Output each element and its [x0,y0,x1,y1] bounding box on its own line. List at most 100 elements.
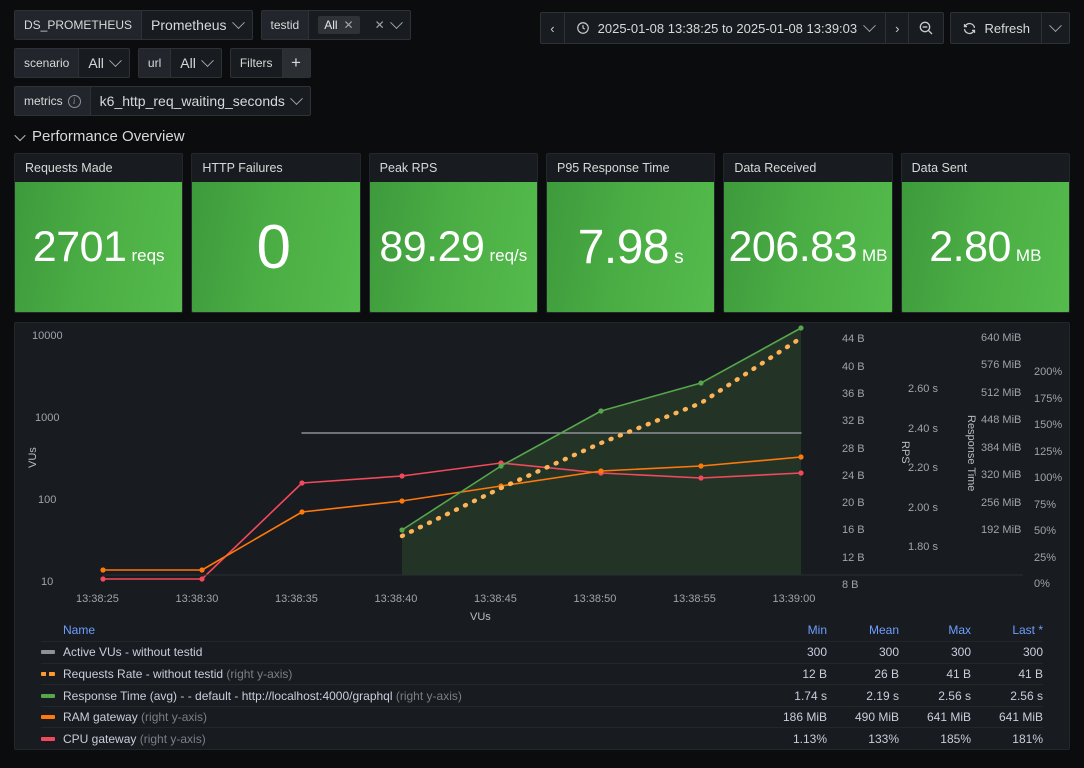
legend-min: 1.13% [792,731,827,746]
y-axis-tick-bytes: 24 B [842,469,865,482]
legend-max: 185% [940,731,971,746]
legend-mean: 2.19 s [866,688,899,703]
legend-series-name[interactable]: CPU gateway (right y-axis) [63,732,755,746]
legend-table: Name Min Mean Max Last * Active VUs - wi… [15,619,1069,749]
datasource-variable-value[interactable]: Prometheus [142,11,251,39]
stat-number: 2701 [32,222,127,271]
time-range-picker[interactable]: 2025-01-08 13:38:25 to 2025-01-08 13:39:… [565,13,887,43]
legend-last: 641 MiB [998,710,1043,725]
legend-series-name[interactable]: RAM gateway (right y-axis) [63,710,755,724]
legend-series-name[interactable]: Response Time (avg) - - default - http:/… [63,689,755,703]
legend-column-last[interactable]: Last * [971,623,1043,637]
scenario-variable-label: scenario [15,49,80,77]
panel-title: P95 Response Time [556,161,670,175]
clock-icon [576,22,589,34]
add-filter-button[interactable]: + [281,49,310,77]
scenario-variable-value[interactable]: All [79,49,129,77]
series-point [798,325,804,331]
legend-row[interactable]: Response Time (avg) - - default - http:/… [41,684,1043,706]
refresh-button[interactable]: Refresh [951,13,1042,43]
legend-color-swatch[interactable] [41,671,55,676]
metrics-variable[interactable]: metrics i k6_http_req_waiting_seconds [14,86,311,116]
metrics-variable-text: k6_http_req_waiting_seconds [99,93,285,109]
legend-row[interactable]: CPU gateway (right y-axis) 1.13% 133% 185% 1… [41,727,1043,749]
y-axis-tick-bytes: 8 B [842,579,859,591]
testid-variable-value[interactable]: All ✕ ✕ [309,11,409,39]
timeseries-panel[interactable]: 10 100 1000 10000 VUs 8 B 12 B 16 B 20 B 24 B 28 B… [14,322,1070,750]
legend-series-name[interactable]: Requests Rate - without testid (right y-… [63,667,755,681]
legend-column-name[interactable]: Name [63,623,755,637]
y-axis-tick-memory: 384 MiB [981,441,1022,454]
stat-panel-requests-made[interactable]: Requests Made 2701 reqs [14,153,184,313]
refresh-icon [964,22,976,34]
stat-number: 0 [256,212,291,282]
legend-max: 2.56 s [938,688,971,703]
testid-variable[interactable]: testid All ✕ ✕ [260,10,411,40]
legend-last: 300 [1022,645,1043,660]
stat-panel-p95-response-time[interactable]: P95 Response Time 7.98 s [545,153,716,313]
clear-selection-icon[interactable]: ✕ [375,19,385,31]
variable-row-3: metrics i k6_http_req_waiting_seconds [14,86,1070,116]
chevron-down-icon [863,18,876,32]
time-shift-back-button[interactable]: ‹ [541,13,565,43]
y-axis-tick-percent: 100% [1034,472,1063,484]
legend-column-max[interactable]: Max [899,623,971,637]
time-toolbar: ‹ 2025-01-08 13:38:25 to 2025-01-08 13:3… [540,12,1070,44]
y-axis-title-response-time: Response Time [965,415,977,492]
info-icon[interactable]: i [67,94,81,108]
series-point [798,470,804,476]
stat-unit: req/s [489,245,528,265]
stat-value-area: 2701 reqs [15,182,183,312]
url-variable[interactable]: url All [137,48,222,78]
datasource-variable-text: Prometheus [151,17,227,33]
stat-panel-data-received[interactable]: Data Received 206.83 MB [723,153,893,313]
chip-remove-icon[interactable]: ✕ [344,19,354,31]
stat-value-area: 0 [192,182,360,312]
legend-body: Active VUs - without testid 300 300 300 300… [41,641,1043,749]
testid-selected-chip[interactable]: All ✕ [318,16,360,34]
legend-color-swatch[interactable] [41,736,55,741]
stat-panel-data-sent[interactable]: Data Sent 2.80 MB [900,153,1070,313]
y-axis-tick-memory: 512 MiB [981,386,1022,399]
legend-color-swatch[interactable] [41,650,55,655]
adhoc-filters[interactable]: Filters + [229,48,311,78]
plot-area[interactable]: 10 100 1000 10000 VUs 8 B 12 B 16 B 20 B 24 B 28 B… [15,323,1069,623]
refresh-interval-dropdown[interactable] [1042,13,1069,43]
legend-color-swatch[interactable] [41,715,55,720]
y-axis-tick-bytes: 28 B [842,442,865,455]
stat-panel-http-failures[interactable]: HTTP Failures 0 [191,153,361,313]
datasource-variable[interactable]: DS_PROMETHEUS Prometheus [14,10,253,40]
y-axis-tick-percent: 200% [1034,366,1063,378]
legend-axis-note: (right y-axis) [141,710,208,725]
metrics-label-text: metrics [24,94,63,108]
legend-row[interactable]: RAM gateway (right y-axis) 186 MiB 490 MiB… [41,705,1043,728]
refresh-label: Refresh [984,20,1030,36]
zoom-out-icon [920,21,933,35]
legend-color-swatch[interactable] [41,693,55,698]
legend-series-name[interactable]: Active VUs - without testid [63,645,755,659]
scenario-variable-text: All [88,55,104,71]
y-axis-tick-rps: 1.80 s [908,541,938,553]
y-axis-title-rps: RPS [899,441,911,464]
dashboard-row-header[interactable]: Performance Overview [0,124,1084,153]
stat-panel-peak-rps[interactable]: Peak RPS 89.29 req/s [368,153,538,313]
y-axis-tick-bytes: 32 B [842,415,865,428]
url-variable-value[interactable]: All [171,49,221,77]
legend-header-row: Name Min Mean Max Last * [41,619,1043,641]
metrics-variable-value[interactable]: k6_http_req_waiting_seconds [91,87,310,115]
zoom-out-button[interactable] [909,13,943,43]
legend-row[interactable]: Active VUs - without testid 300 300 300 300 [41,641,1043,663]
x-axis-tick: 13:38:30 [175,593,219,605]
scenario-variable[interactable]: scenario All [14,48,130,78]
y-axis-tick-percent: 150% [1034,419,1063,431]
series-point [199,576,205,582]
legend-column-mean[interactable]: Mean [827,623,899,637]
legend-row[interactable]: Requests Rate - without testid (right y-… [41,662,1043,685]
stat-number: 89.29 [379,222,485,271]
time-shift-forward-button[interactable]: › [886,13,910,43]
y-axis-tick-vus: 10000 [32,330,63,342]
url-variable-label: url [138,49,172,77]
legend-column-min[interactable]: Min [755,623,827,637]
stat-unit: reqs [131,245,165,265]
datasource-variable-label: DS_PROMETHEUS [15,11,143,39]
